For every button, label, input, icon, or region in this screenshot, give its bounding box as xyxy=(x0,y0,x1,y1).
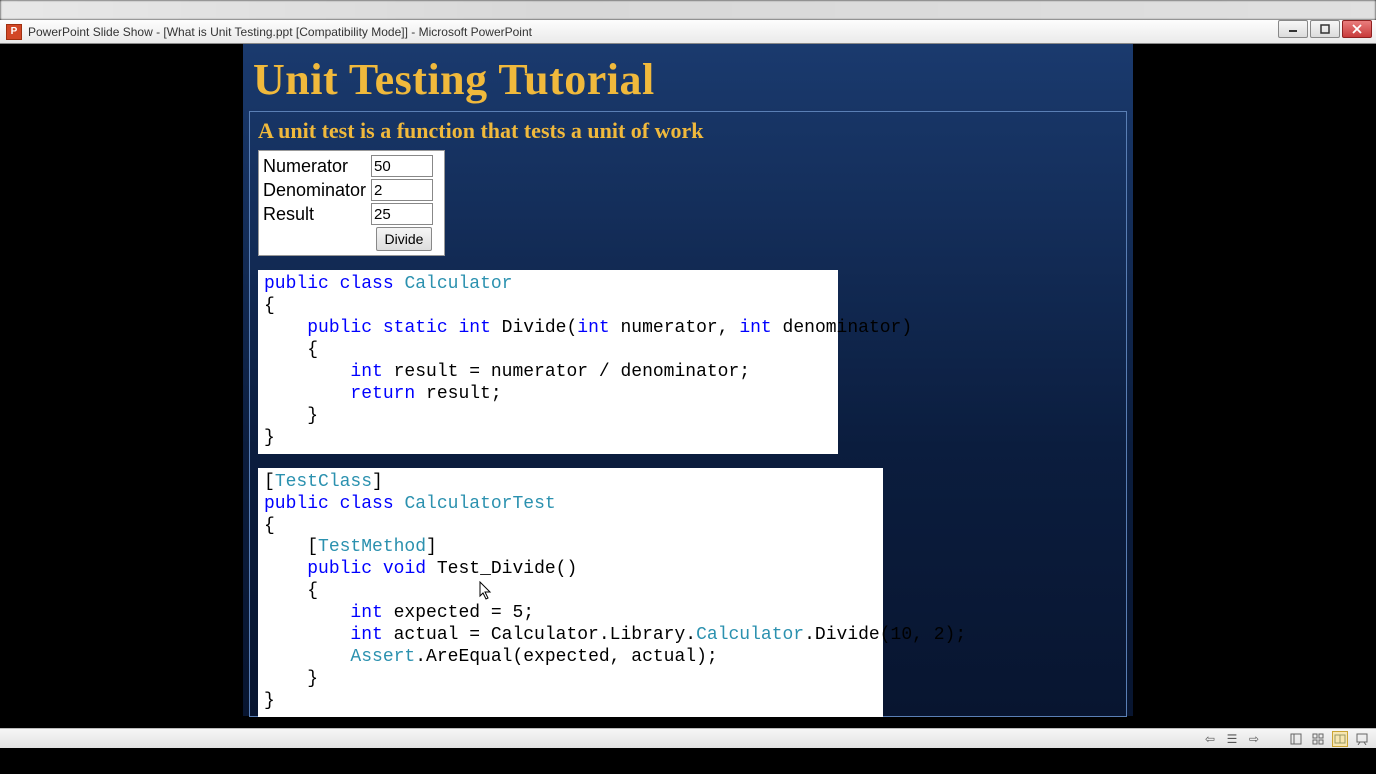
window-title: PowerPoint Slide Show - [What is Unit Te… xyxy=(28,25,532,39)
prev-slide-button[interactable]: ⇦ xyxy=(1202,731,1218,747)
normal-view-button[interactable] xyxy=(1288,731,1304,747)
normal-view-icon xyxy=(1290,733,1302,745)
denominator-row: Denominator xyxy=(263,179,440,201)
next-slide-button[interactable]: ⇨ xyxy=(1246,731,1262,747)
minimize-button[interactable] xyxy=(1278,20,1308,38)
sorter-view-icon xyxy=(1312,733,1324,745)
denominator-input[interactable] xyxy=(371,179,433,201)
divide-button[interactable]: Divide xyxy=(376,227,432,251)
slide-title: Unit Testing Tutorial xyxy=(243,44,1133,111)
numerator-label: Numerator xyxy=(263,156,371,177)
numerator-row: Numerator xyxy=(263,155,440,177)
code-calculator: public class Calculator { public static … xyxy=(258,270,838,454)
reading-view-icon xyxy=(1334,733,1346,745)
powerpoint-icon: P xyxy=(6,24,22,40)
slideshow-view-button[interactable] xyxy=(1354,731,1370,747)
below-fill xyxy=(0,748,1376,774)
sorter-view-button[interactable] xyxy=(1310,731,1326,747)
slide: Unit Testing Tutorial A unit test is a f… xyxy=(243,44,1133,716)
numerator-input[interactable] xyxy=(371,155,433,177)
maximize-icon xyxy=(1320,24,1330,34)
result-input[interactable] xyxy=(371,203,433,225)
titlebar: P PowerPoint Slide Show - [What is Unit … xyxy=(0,20,1376,44)
reading-view-button[interactable] xyxy=(1332,731,1348,747)
minimize-icon xyxy=(1288,24,1298,34)
slideshow-stage[interactable]: Unit Testing Tutorial A unit test is a f… xyxy=(0,44,1376,728)
slide-menu-button[interactable]: ☰ xyxy=(1224,731,1240,747)
taskbar-blur xyxy=(0,0,1376,20)
slide-body: A unit test is a function that tests a u… xyxy=(249,111,1127,717)
result-row: Result xyxy=(263,203,440,225)
close-icon xyxy=(1352,24,1362,34)
maximize-button[interactable] xyxy=(1310,20,1340,38)
code-calculator-test: [TestClass] public class CalculatorTest … xyxy=(258,468,883,717)
slideshow-view-icon xyxy=(1356,733,1368,745)
slide-subtitle: A unit test is a function that tests a u… xyxy=(258,118,1118,144)
status-bar: ⇦ ☰ ⇨ xyxy=(0,728,1376,748)
divide-form: Numerator Denominator Result Divide xyxy=(258,150,445,256)
window-controls xyxy=(1278,20,1372,38)
close-button[interactable] xyxy=(1342,20,1372,38)
result-label: Result xyxy=(263,204,371,225)
denominator-label: Denominator xyxy=(263,180,371,201)
